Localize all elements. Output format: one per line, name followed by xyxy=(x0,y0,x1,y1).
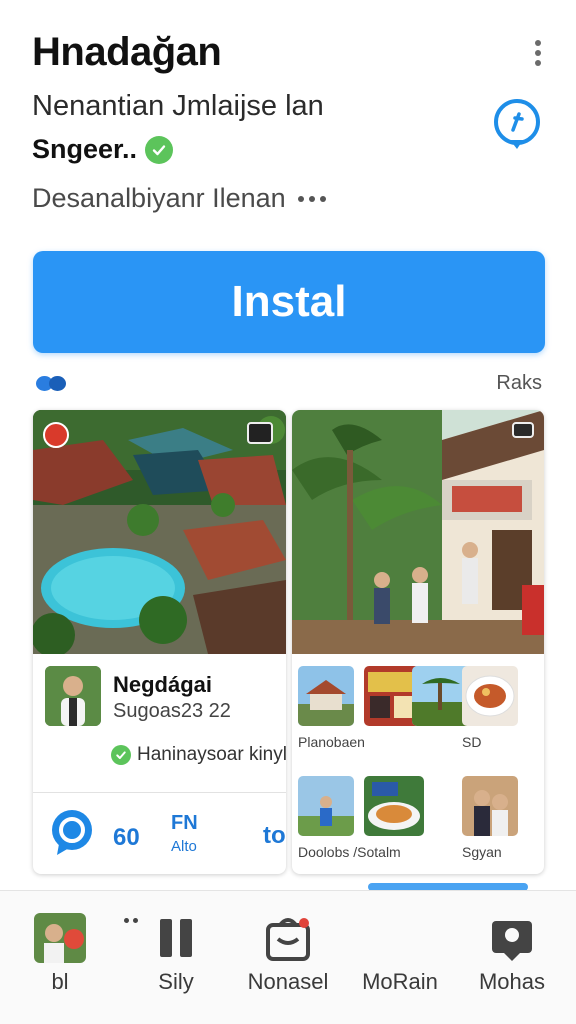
pager-dots-icon xyxy=(36,376,66,391)
thumbnail-dish[interactable] xyxy=(462,666,518,726)
install-button[interactable]: Instal xyxy=(33,251,545,353)
nav-item-nonasel[interactable]: Nonasel xyxy=(232,891,344,1024)
nav-item-mohas[interactable]: Mohas xyxy=(456,891,568,1024)
stat-fn: FN xyxy=(171,812,198,834)
nav-item-morain[interactable]: MoRain xyxy=(344,891,456,1024)
thumbnail-label: Planobaen xyxy=(298,734,365,750)
verified-text: Haninaysoar kinyle xyxy=(137,744,286,765)
resort-aerial-photo xyxy=(33,410,286,654)
verified-row: Haninaysoar kinyle xyxy=(111,744,286,766)
thumbnail-label: Sgyan xyxy=(462,844,502,860)
card-stats: 60 FN Alto to xyxy=(33,794,286,874)
profile-subtitle: Sugoas23 22 xyxy=(113,700,231,722)
avatar xyxy=(45,666,101,726)
comment-count: 60 xyxy=(113,824,140,851)
pause-icon xyxy=(150,913,202,963)
indicator-dots-icon xyxy=(124,918,138,923)
photo-icon xyxy=(486,913,538,963)
more-options-icon[interactable] xyxy=(528,40,548,66)
gallery-icon[interactable] xyxy=(247,422,273,444)
village-photo xyxy=(292,410,544,654)
chat-bubble-icon[interactable] xyxy=(492,98,542,150)
meta-row: Raks xyxy=(32,368,544,400)
app-subtitle: Nenantian Jmlaijse lan xyxy=(32,90,324,122)
description-text: Desanalbiyanr Ilenan xyxy=(32,183,286,213)
status-text: Sngeer.. xyxy=(32,134,138,164)
thumbnail-label: SD xyxy=(462,734,482,750)
stat-sub: Alto xyxy=(171,838,197,855)
nav-label: Sily xyxy=(158,969,194,994)
app-description: Desanalbiyanr Ilenan xyxy=(32,183,326,214)
thumbnail-house[interactable] xyxy=(298,666,354,726)
resort-card[interactable]: Negdágai Sugoas23 22 Haninaysoar kinyle … xyxy=(33,410,286,874)
camera-icon[interactable] xyxy=(512,422,534,438)
divider xyxy=(33,792,286,793)
app-header: Ηnadağan Nenantian Jmlaijse lan Sngeer..… xyxy=(0,0,576,240)
nav-label: MoRain xyxy=(362,969,438,994)
app-title: Ηnadağan xyxy=(32,30,222,74)
nav-item-sily[interactable]: Sily xyxy=(120,891,232,1024)
check-icon xyxy=(145,135,174,164)
host-profile[interactable]: Negdágai Sugoas23 22 xyxy=(45,666,275,730)
rank-label[interactable]: Raks xyxy=(496,372,542,395)
village-card[interactable]: Planobaen SD Doolobs /Sotalm Sgyan xyxy=(292,410,544,874)
stat-to[interactable]: to xyxy=(263,822,286,850)
thumbnail-label: Doolobs /Sotalm xyxy=(298,844,401,860)
thumbnail-kid[interactable] xyxy=(298,776,354,836)
profile-photo-icon xyxy=(34,913,86,963)
check-icon xyxy=(111,745,131,765)
bottom-nav: bl Sily Nonasel MoRain Mohas xyxy=(0,890,576,1024)
app-status: Sngeer.. xyxy=(32,134,174,165)
thumbnail-people[interactable] xyxy=(462,776,518,836)
nav-label: Mohas xyxy=(478,969,546,994)
heart-badge-icon[interactable] xyxy=(43,422,69,448)
bag-icon xyxy=(262,913,314,963)
profile-name: Negdágai xyxy=(113,672,213,697)
thumbnail-food[interactable] xyxy=(364,776,424,836)
nav-item-profile[interactable]: bl xyxy=(4,891,116,1024)
comment-bubble-icon[interactable] xyxy=(49,808,95,858)
ellipsis-icon[interactable] xyxy=(297,195,326,202)
nav-label: Nonasel xyxy=(247,969,329,994)
nav-label: bl xyxy=(51,969,69,994)
